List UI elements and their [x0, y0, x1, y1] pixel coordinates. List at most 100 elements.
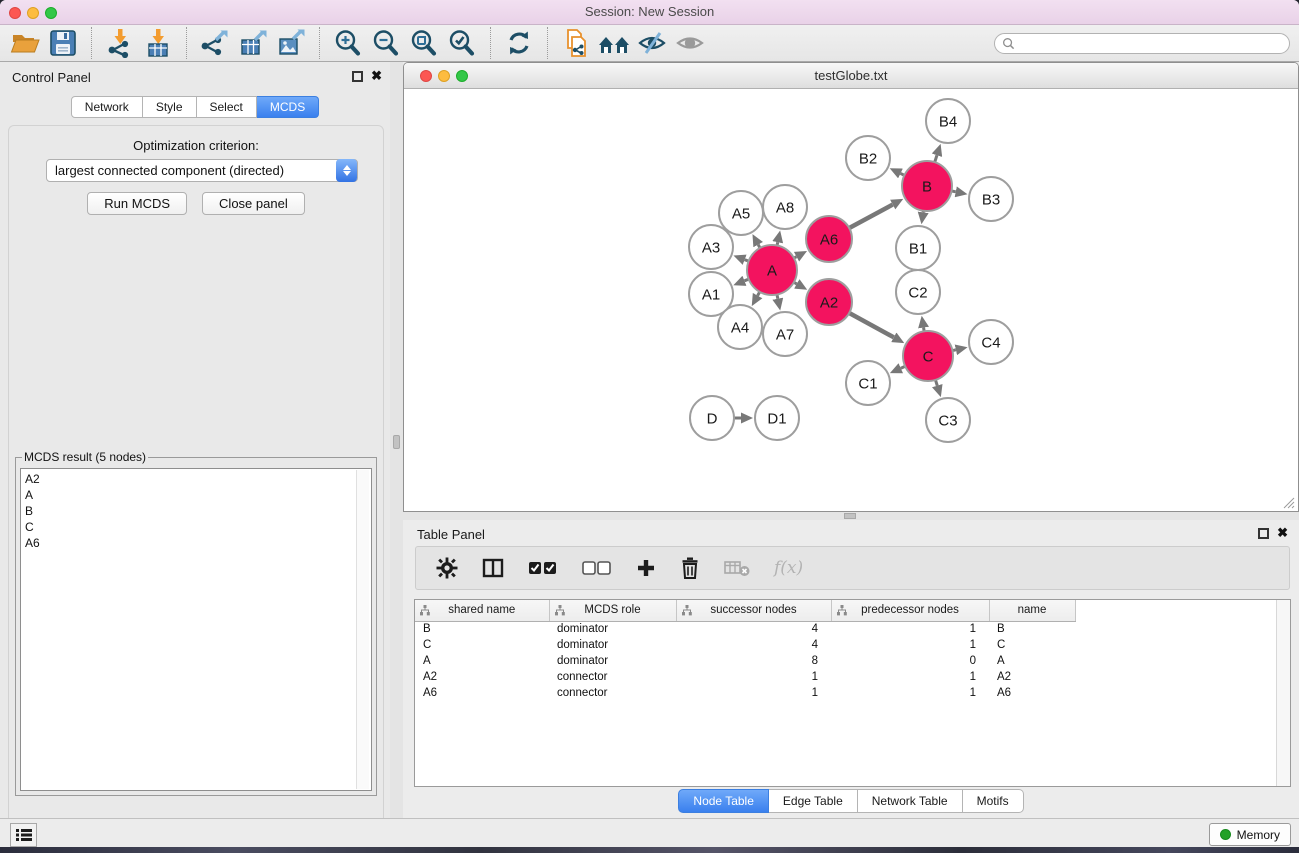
save-session-icon[interactable]	[44, 26, 82, 60]
table-cell[interactable]: 8	[676, 653, 831, 669]
table-cell[interactable]: connector	[549, 685, 676, 701]
horizontal-splitter[interactable]	[403, 512, 1299, 520]
table-cell[interactable]: B	[415, 621, 549, 637]
float-panel-icon[interactable]	[352, 71, 363, 82]
search-field[interactable]	[994, 33, 1290, 54]
splitter-grip[interactable]	[393, 435, 400, 449]
network-graph[interactable]: B4B2BB3A5A8A6B1A3AA1C2A2A4A7C4CC1C3DD1	[405, 89, 1297, 509]
tab-network[interactable]: Network	[71, 96, 143, 118]
tab-network-table[interactable]: Network Table	[858, 789, 963, 813]
result-item[interactable]: A6	[25, 535, 371, 551]
table-settings-icon[interactable]	[436, 557, 458, 579]
network-window-titlebar[interactable]: testGlobe.txt	[404, 63, 1298, 89]
show-columns-icon[interactable]	[482, 557, 504, 579]
zoom-in-icon[interactable]	[329, 26, 367, 60]
deselect-all-columns-icon[interactable]	[582, 560, 612, 576]
network-canvas[interactable]: B4B2BB3A5A8A6B1A3AA1C2A2A4A7C4CC1C3DD1	[405, 89, 1297, 511]
home-layout-icon[interactable]	[595, 26, 633, 60]
table-cell[interactable]: A	[415, 653, 549, 669]
show-graphics-icon[interactable]	[671, 26, 709, 60]
close-panel-icon[interactable]: ✖	[371, 68, 382, 83]
zoom-fit-icon[interactable]	[405, 26, 443, 60]
table-cell[interactable]: 0	[831, 653, 989, 669]
table-row[interactable]: A6connector11A6	[415, 685, 1075, 701]
result-item[interactable]: B	[25, 503, 371, 519]
table-row[interactable]: A2connector11A2	[415, 669, 1075, 685]
table-cell[interactable]: 1	[831, 621, 989, 637]
vertical-splitter[interactable]	[390, 62, 403, 818]
tab-motifs[interactable]: Motifs	[963, 789, 1024, 813]
run-mcds-button[interactable]: Run MCDS	[87, 192, 187, 215]
window-resize-grip[interactable]	[1281, 495, 1295, 509]
table-cell[interactable]: C	[989, 637, 1075, 653]
mcds-result-list[interactable]: A2ABCA6	[20, 468, 372, 791]
edge-A6-B[interactable]	[848, 205, 892, 229]
table-cell[interactable]: 1	[676, 685, 831, 701]
table-scrollbar[interactable]	[1276, 600, 1290, 786]
import-network-icon[interactable]	[101, 26, 139, 60]
table-cell[interactable]: dominator	[549, 637, 676, 653]
tab-select[interactable]: Select	[197, 96, 257, 118]
function-builder-icon[interactable]: f(x)	[774, 558, 803, 578]
table-cell[interactable]: A6	[989, 685, 1075, 701]
zoom-selected-icon[interactable]	[443, 26, 481, 60]
task-history-button[interactable]	[10, 823, 37, 847]
search-input[interactable]	[1019, 36, 1289, 52]
delete-table-icon[interactable]	[724, 559, 750, 577]
list-icon	[16, 828, 32, 842]
table-cell[interactable]: connector	[549, 669, 676, 685]
splitter-grip[interactable]	[844, 513, 856, 519]
memory-label: Memory	[1237, 828, 1280, 842]
table-row[interactable]: Cdominator41C	[415, 637, 1075, 653]
table-cell[interactable]: B	[989, 621, 1075, 637]
export-image-icon[interactable]	[272, 26, 310, 60]
zoom-out-icon[interactable]	[367, 26, 405, 60]
delete-column-icon[interactable]	[680, 557, 700, 579]
open-file-icon[interactable]	[6, 26, 44, 60]
duplicate-network-icon[interactable]	[557, 26, 595, 60]
tab-node-table[interactable]: Node Table	[678, 789, 769, 813]
edge-A2-C[interactable]	[848, 313, 893, 338]
table-cell[interactable]: A2	[415, 669, 549, 685]
table-cell[interactable]: C	[415, 637, 549, 653]
select-all-columns-icon[interactable]	[528, 560, 558, 576]
import-table-icon[interactable]	[139, 26, 177, 60]
table-cell[interactable]: dominator	[549, 621, 676, 637]
close-panel-button[interactable]: Close panel	[202, 192, 305, 215]
table-row[interactable]: Adominator80A	[415, 653, 1075, 669]
export-network-icon[interactable]	[196, 26, 234, 60]
table-row[interactable]: Bdominator41B	[415, 621, 1075, 637]
result-item[interactable]: A2	[25, 471, 371, 487]
column-header-successor-nodes[interactable]: successor nodes	[676, 600, 831, 621]
tab-edge-table[interactable]: Edge Table	[769, 789, 858, 813]
table-cell[interactable]: A2	[989, 669, 1075, 685]
criterion-dropdown[interactable]: largest connected component (directed)	[46, 159, 358, 182]
table-cell[interactable]: 1	[831, 669, 989, 685]
table-cell[interactable]: 1	[831, 637, 989, 653]
add-column-icon[interactable]	[636, 558, 656, 578]
tab-style[interactable]: Style	[143, 96, 197, 118]
node-table[interactable]: shared nameMCDS rolesuccessor nodesprede…	[414, 599, 1291, 787]
close-panel-icon[interactable]: ✖	[1277, 525, 1288, 540]
column-header-name[interactable]: name	[989, 600, 1075, 621]
node-label-C4: C4	[981, 334, 1000, 351]
column-header-MCDS-role[interactable]: MCDS role	[549, 600, 676, 621]
table-cell[interactable]: dominator	[549, 653, 676, 669]
float-panel-icon[interactable]	[1258, 528, 1269, 539]
table-cell[interactable]: A	[989, 653, 1075, 669]
table-cell[interactable]: 4	[676, 621, 831, 637]
column-header-predecessor-nodes[interactable]: predecessor nodes	[831, 600, 989, 621]
result-item[interactable]: C	[25, 519, 371, 535]
table-cell[interactable]: 1	[676, 669, 831, 685]
result-scrollbar[interactable]	[356, 470, 369, 789]
export-table-icon[interactable]	[234, 26, 272, 60]
refresh-view-icon[interactable]	[500, 26, 538, 60]
memory-button[interactable]: Memory	[1209, 823, 1291, 846]
hide-graphics-icon[interactable]	[633, 26, 671, 60]
table-cell[interactable]: A6	[415, 685, 549, 701]
tab-mcds[interactable]: MCDS	[257, 96, 319, 118]
column-header-shared-name[interactable]: shared name	[415, 600, 549, 621]
result-item[interactable]: A	[25, 487, 371, 503]
table-cell[interactable]: 4	[676, 637, 831, 653]
table-cell[interactable]: 1	[831, 685, 989, 701]
